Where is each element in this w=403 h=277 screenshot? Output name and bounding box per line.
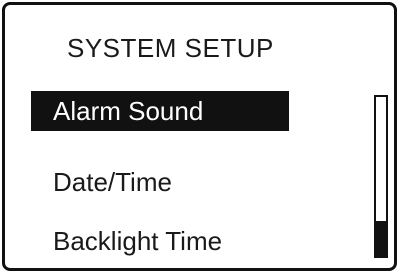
menu-item-backlight-time[interactable]: Backlight Time [31, 221, 222, 261]
menu-item-date-time[interactable]: Date/Time [31, 162, 172, 202]
lcd-screen-frame: SYSTEM SETUP Alarm Sound Date/Time Backl… [2, 2, 397, 271]
menu-item-alarm-sound[interactable]: Alarm Sound [31, 91, 289, 131]
screen-title: SYSTEM SETUP [67, 33, 274, 63]
scrollbar-thumb[interactable] [376, 221, 386, 256]
scrollbar[interactable] [374, 95, 388, 258]
menu-item-label: Date/Time [53, 167, 172, 197]
menu-item-label: Backlight Time [53, 226, 223, 256]
menu-item-label: Alarm Sound [53, 96, 204, 126]
